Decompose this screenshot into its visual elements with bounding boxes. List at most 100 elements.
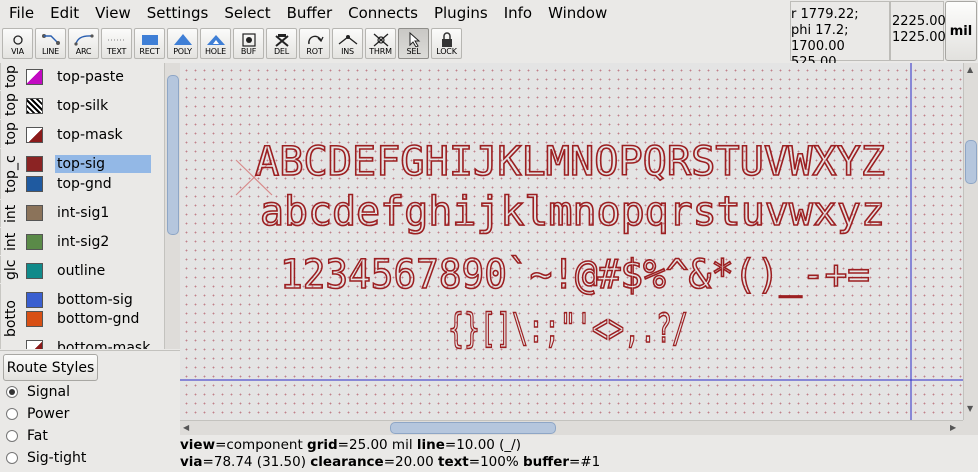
view-label: view (180, 437, 216, 453)
route-style-power[interactable]: Power (6, 404, 69, 424)
pcb-text-line[interactable]: 1234567890`~!@#$%^&*()_-+= (279, 251, 871, 299)
status-bar: view=component grid=25.00 mil line=10.00… (180, 437, 978, 472)
menu-view[interactable]: View (87, 0, 139, 26)
tool-palette: VIA LINE ARC TEXT RECT POLY HOLE BUF DEL ROT INS TH… (2, 28, 462, 59)
line-icon (41, 34, 60, 45)
rotate-icon (307, 35, 324, 45)
layer-int-sig2[interactable]: int-sig2 (55, 233, 111, 251)
layer-panel-scrollbar[interactable] (164, 63, 180, 349)
rectangle-icon (141, 35, 158, 45)
tool-label: ROT (306, 47, 323, 56)
route-style-fat[interactable]: Fat (6, 426, 48, 446)
pcb-text-line[interactable]: {}[]\:;"'<>,.?/ (447, 305, 689, 353)
scroll-left-arrow-icon[interactable]: ◀ (183, 423, 189, 433)
layer-color-swatch[interactable] (26, 205, 43, 221)
menu-info[interactable]: Info (496, 0, 540, 26)
text-icon (107, 39, 126, 41)
tool-sel-button[interactable]: SEL (398, 28, 429, 59)
tool-label: BUF (240, 47, 257, 56)
layer-scroll-thumb[interactable] (167, 75, 179, 235)
tool-label: THRM (369, 47, 392, 56)
select-arrow-icon (409, 32, 420, 47)
layer-color-swatch[interactable] (26, 292, 43, 308)
menu-plugins[interactable]: Plugins (426, 0, 496, 26)
layer-group-tab[interactable]: botto (0, 284, 20, 349)
radio-button[interactable] (6, 386, 18, 398)
layer-top-sig[interactable]: top-sig (55, 155, 151, 173)
menu-connects[interactable]: Connects (340, 0, 426, 26)
layer-color-swatch[interactable] (26, 311, 43, 327)
absolute-coordinates-readout: 2225.00 1225.00 (890, 1, 946, 61)
route-styles-button[interactable]: Route Styles (3, 354, 98, 381)
radio-button[interactable] (6, 452, 18, 464)
menu-settings[interactable]: Settings (139, 0, 217, 26)
route-style-signal[interactable]: Signal (6, 382, 70, 402)
pcb-canvas[interactable]: ABCDEFGHIJKLMNOPQRSTUVWXYZ abcdefghijklmn… (180, 63, 963, 420)
menu-select[interactable]: Select (216, 0, 278, 26)
scroll-down-arrow-icon[interactable]: ▼ (967, 404, 973, 414)
layer-color-swatch[interactable] (26, 263, 43, 279)
tool-ins-button[interactable]: INS (332, 28, 363, 59)
tool-thrm-button[interactable]: THRM (365, 28, 396, 59)
layer-color-swatch[interactable] (26, 156, 43, 172)
menu-edit[interactable]: Edit (42, 0, 87, 26)
layer-group-tab[interactable]: top (0, 63, 20, 90)
line-value: 10.00 (_/) (456, 437, 521, 453)
layer-color-swatch[interactable] (26, 340, 43, 349)
tool-line-button[interactable]: LINE (35, 28, 66, 59)
route-style-sig-tight[interactable]: Sig-tight (6, 448, 86, 468)
layer-group-tab[interactable]: top (0, 91, 20, 119)
canvas-horizontal-scrollbar[interactable]: ◀ ▶ (180, 420, 963, 435)
tool-buf-button[interactable]: BUF (233, 28, 264, 59)
layer-group-tab[interactable]: glc (0, 256, 20, 283)
radio-button[interactable] (6, 430, 18, 442)
tool-rect-button[interactable]: RECT (134, 28, 165, 59)
vertical-scroll-thumb[interactable] (965, 140, 977, 184)
layer-top-mask[interactable]: top-mask (55, 126, 125, 144)
menu-file[interactable]: File (1, 0, 42, 26)
layer-top-silk[interactable]: top-silk (55, 97, 110, 115)
horizontal-scroll-thumb[interactable] (390, 422, 556, 434)
tool-poly-button[interactable]: POLY (167, 28, 198, 59)
layer-group-tab[interactable]: top_c (0, 149, 20, 199)
menu-buffer[interactable]: Buffer (279, 0, 341, 26)
tool-via-button[interactable]: VIA (2, 28, 33, 59)
layer-color-swatch[interactable] (26, 98, 43, 114)
radio-button[interactable] (6, 408, 18, 420)
tool-lock-button[interactable]: LOCK (431, 28, 462, 59)
tool-text-button[interactable]: TEXT (101, 28, 132, 59)
tool-rot-button[interactable]: ROT (299, 28, 330, 59)
layer-color-swatch[interactable] (26, 176, 43, 192)
tool-hole-button[interactable]: HOLE (200, 28, 231, 59)
layer-group-tab[interactable]: top (0, 120, 20, 148)
scroll-up-arrow-icon[interactable]: ▲ (967, 65, 973, 75)
layer-color-swatch[interactable] (26, 127, 43, 143)
tool-label: ARC (75, 47, 92, 56)
tool-arc-button[interactable]: ARC (68, 28, 99, 59)
insert-point-icon (338, 35, 357, 45)
layer-top-paste[interactable]: top-paste (55, 68, 126, 86)
layer-group-tab[interactable]: int (0, 200, 20, 227)
pcb-text-line[interactable]: abcdefghijklmnopqrstuvwxyz (259, 188, 886, 236)
scroll-right-arrow-icon[interactable]: ▶ (950, 423, 956, 433)
layer-group-tab[interactable]: int (0, 228, 20, 255)
tool-label: RECT (139, 47, 160, 56)
menu-window[interactable]: Window (540, 0, 615, 26)
layer-bottom-sig[interactable]: bottom-sig (55, 291, 135, 309)
delete-icon (274, 34, 289, 47)
layer-outline[interactable]: outline (55, 262, 107, 280)
layer-bottom-mask[interactable]: bottom-mask (55, 339, 152, 349)
layer-color-swatch[interactable] (26, 234, 43, 250)
buffer-icon (241, 33, 256, 47)
unit-toggle-button[interactable]: mil (945, 1, 977, 61)
tool-del-button[interactable]: DEL (266, 28, 297, 59)
tool-label: LINE (41, 47, 60, 56)
canvas-vertical-scrollbar[interactable]: ▲ ▼ (963, 63, 978, 420)
pcb-text-line[interactable]: ABCDEFGHIJKLMNOPQRSTUVWXYZ (254, 138, 886, 186)
layer-int-sig1[interactable]: int-sig1 (55, 204, 111, 222)
layer-color-swatch[interactable] (26, 69, 43, 85)
route-style-label: Fat (27, 428, 48, 444)
route-style-label: Signal (27, 384, 71, 400)
layer-bottom-gnd[interactable]: bottom-gnd (55, 310, 141, 328)
layer-top-gnd[interactable]: top-gnd (55, 175, 114, 193)
